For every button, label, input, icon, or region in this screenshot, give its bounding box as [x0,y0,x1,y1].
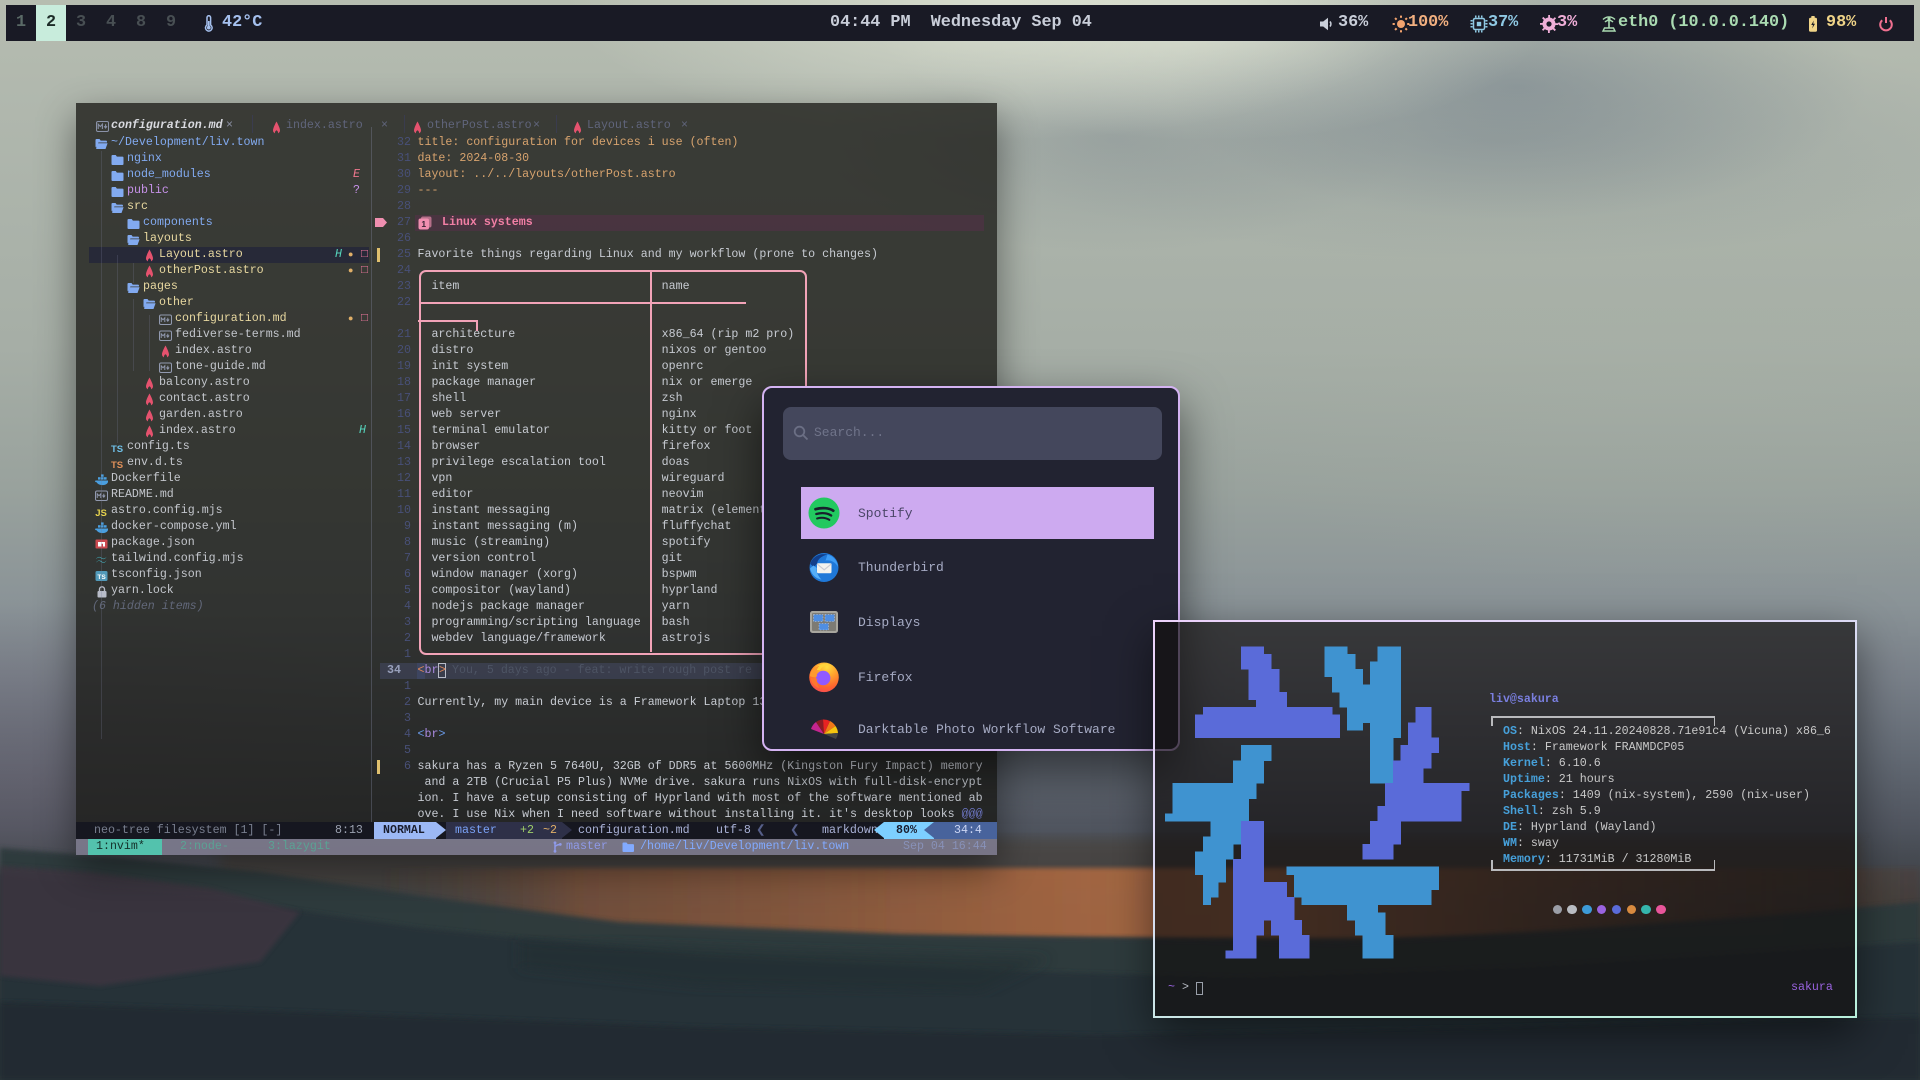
svg-text:1: 1 [421,219,426,229]
svg-text:TS: TS [111,460,123,470]
svg-text:TS: TS [111,444,123,454]
